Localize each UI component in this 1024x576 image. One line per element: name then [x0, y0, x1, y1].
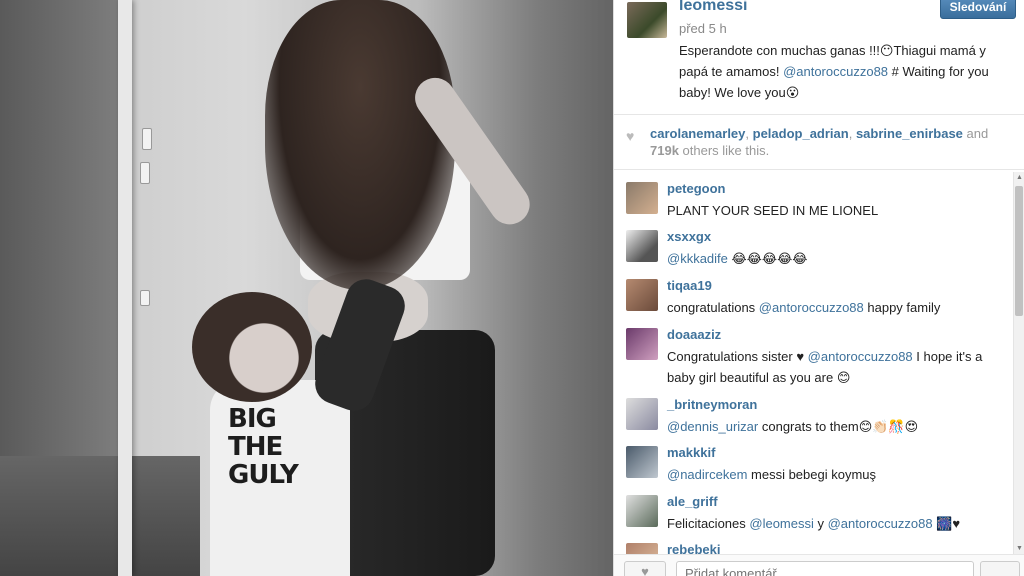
comment-avatar[interactable]: [626, 398, 658, 430]
comment-text-body: congratulations: [667, 300, 759, 315]
photo-wall-switch: [140, 290, 150, 306]
more-options-button[interactable]: [980, 561, 1020, 576]
likes-count[interactable]: 719k: [650, 143, 679, 158]
comment-mention[interactable]: @kkkadife: [667, 251, 728, 266]
comment-text-body: y: [813, 516, 828, 531]
post-timestamp[interactable]: před 5 h: [679, 21, 727, 36]
comments-list[interactable]: petegoon PLANT YOUR SEED IN ME LIONEL xs…: [614, 172, 1014, 554]
scroll-down-arrow-icon[interactable]: ▼: [1016, 545, 1023, 552]
heart-icon: ♥: [641, 564, 649, 576]
likes-separator: ,: [848, 126, 856, 141]
comment-username[interactable]: doaaaziz: [667, 327, 721, 342]
comment-text-body: Congratulations sister ♥: [667, 349, 808, 364]
liker-name[interactable]: sabrine_enirbase: [856, 126, 963, 141]
comment-text-body: messi bebegi koymuş: [747, 467, 877, 482]
comment-mention[interactable]: @leomessi: [749, 516, 814, 531]
comment-text-body: Felicitaciones: [667, 516, 750, 531]
comment-mention[interactable]: @nadircekem: [667, 467, 747, 482]
liker-name[interactable]: carolanemarley: [650, 126, 745, 141]
photo-wall-switch: [140, 162, 150, 184]
photo-shirt-print: BIG THE GULY: [228, 404, 299, 490]
owner-avatar[interactable]: [627, 2, 667, 38]
post-photo[interactable]: BIG THE GULY: [0, 0, 613, 576]
comment-text: Felicitaciones @leomessi y @antoroccuzzo…: [667, 513, 1007, 534]
comment-text-body: congrats to them😊👏🏻🎊😍: [758, 419, 919, 434]
heart-icon: ♥: [626, 128, 635, 144]
photo-wall-switch: [142, 128, 152, 150]
photo-child-head: [192, 292, 312, 402]
comments-scrollbar[interactable]: ▲ ▼: [1013, 172, 1024, 554]
scrollbar-thumb[interactable]: [1015, 186, 1023, 316]
comment-text: @dennis_urizar congrats to them😊👏🏻🎊😍: [667, 416, 1007, 437]
photo-floor: [0, 456, 200, 576]
comment-text: @kkkadife 😂😂😂😂😂: [667, 248, 1007, 269]
photo-woman-hair: [265, 0, 455, 290]
comment-mention[interactable]: @dennis_urizar: [667, 419, 758, 434]
caption-mention[interactable]: @antoroccuzzo88: [783, 64, 888, 79]
likes-rest: others like this.: [678, 143, 770, 158]
owner-username[interactable]: leomessi: [679, 0, 747, 15]
comment-avatar[interactable]: [626, 543, 658, 554]
comment-mention[interactable]: @antoroccuzzo88: [759, 300, 864, 315]
follow-button[interactable]: Sledování: [940, 0, 1016, 19]
comment-text: congratulations @antoroccuzzo88 happy fa…: [667, 297, 1007, 318]
comment-mention[interactable]: @antoroccuzzo88: [808, 349, 913, 364]
photo-door-edge: [118, 0, 132, 576]
comment-username[interactable]: makkkif: [667, 445, 715, 460]
comment-text-body: PLANT YOUR SEED IN ME LIONEL: [667, 203, 879, 218]
comment-username[interactable]: xsxxgx: [667, 229, 711, 244]
photo-background-wall: [0, 0, 118, 470]
likes-and: and: [962, 126, 989, 141]
comment-avatar[interactable]: [626, 230, 658, 262]
comment-footer: ♥: [614, 554, 1024, 576]
comment-text-body: 🎆♥: [932, 516, 961, 531]
comment-username[interactable]: _britneymoran: [667, 397, 757, 412]
post-caption: Esperandote con muchas ganas !!!😶Thiagui…: [679, 40, 1014, 103]
like-button[interactable]: ♥: [624, 561, 666, 576]
comment-avatar[interactable]: [626, 182, 658, 214]
comment-username[interactable]: ale_griff: [667, 494, 718, 509]
comment-text: @nadircekem messi bebegi koymuş: [667, 464, 1007, 485]
comment-avatar[interactable]: [626, 279, 658, 311]
comment-avatar[interactable]: [626, 328, 658, 360]
comment-text-body: happy family: [863, 300, 941, 315]
comment-username[interactable]: tiqaa19: [667, 278, 712, 293]
likes-separator: ,: [745, 126, 753, 141]
comment-avatar[interactable]: [626, 446, 658, 478]
post-header: leomessi Sledování před 5 h Esperandote …: [614, 0, 1024, 114]
comment-text: PLANT YOUR SEED IN ME LIONEL: [667, 200, 1007, 221]
comment-username[interactable]: rebebeki: [667, 542, 720, 554]
liker-name[interactable]: peladop_adrian: [753, 126, 849, 141]
scroll-up-arrow-icon[interactable]: ▲: [1016, 174, 1023, 181]
comment-input[interactable]: [676, 561, 974, 576]
comment-text-body: 😂😂😂😂😂: [727, 251, 808, 266]
post-side-panel: leomessi Sledování před 5 h Esperandote …: [613, 0, 1024, 576]
comment-mention[interactable]: @antoroccuzzo88: [828, 516, 933, 531]
comment-text: Congratulations sister ♥ @antoroccuzzo88…: [667, 346, 1007, 388]
comment-username[interactable]: petegoon: [667, 181, 726, 196]
comment-avatar[interactable]: [626, 495, 658, 527]
likes-summary: ♥ carolanemarley, peladop_adrian, sabrin…: [614, 114, 1024, 170]
